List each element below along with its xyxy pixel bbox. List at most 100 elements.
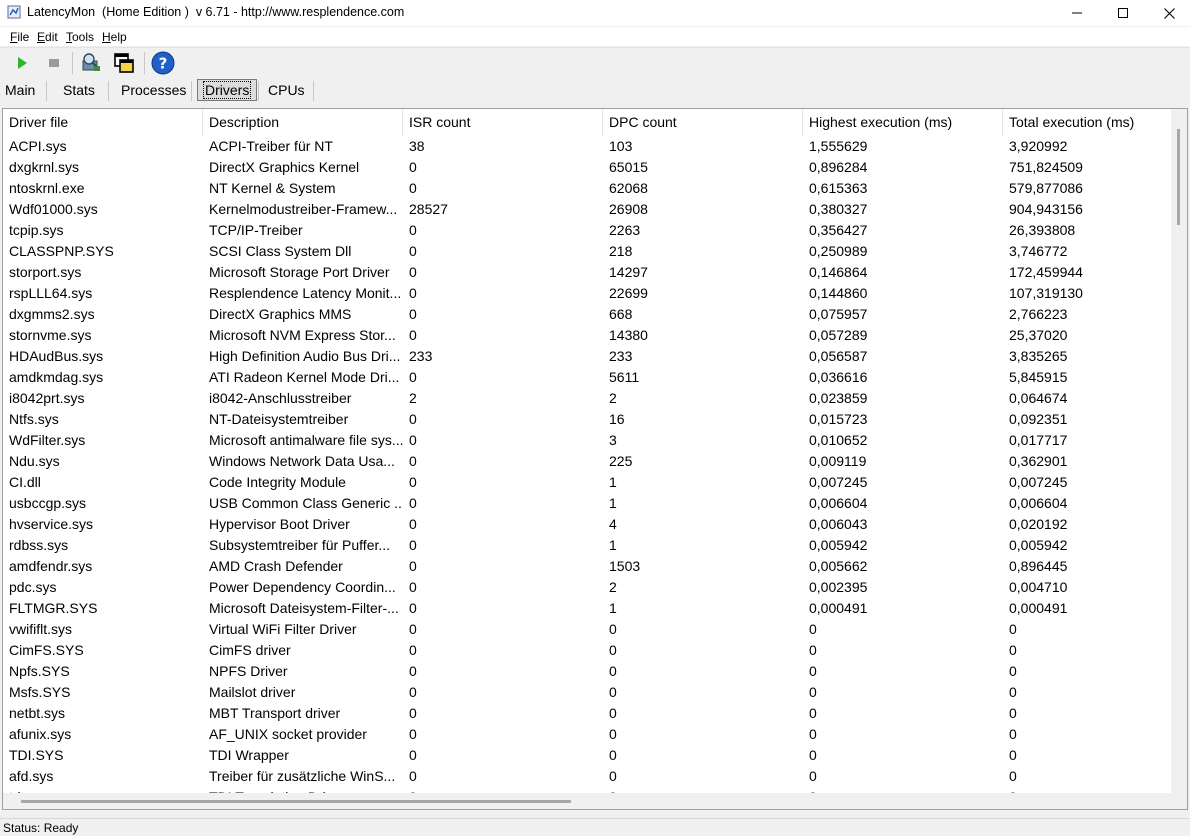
column-header-isr-count[interactable]: ISR count (403, 109, 603, 136)
menu-help[interactable]: Help (102, 30, 127, 44)
table-row[interactable]: Npfs.SYS NPFS Driver 0 0 0 0 (3, 661, 1173, 682)
menu-file[interactable]: File (10, 30, 29, 44)
cell-highest-execution: 0,146864 (809, 264, 868, 280)
table-row[interactable]: HDAudBus.sys High Definition Audio Bus Dr… (3, 346, 1173, 367)
tab-processes[interactable]: Processes (116, 79, 191, 101)
cell-total-execution: 0,004710 (1009, 579, 1068, 595)
tab-cpus[interactable]: CPUs (263, 79, 310, 101)
table-row[interactable]: dxgkrnl.sys DirectX Graphics Kernel 0 65015… (3, 157, 1173, 178)
horizontal-scroll-thumb[interactable] (21, 800, 571, 803)
table-row[interactable]: stornvme.sys Microsoft NVM Express Stor..… (3, 325, 1173, 346)
table-row[interactable]: Ndu.sys Windows Network Data Usa... 0 225 0,… (3, 451, 1173, 472)
table-row[interactable]: netbt.sys MBT Transport driver 0 0 0 0 (3, 703, 1173, 724)
table-row[interactable]: afunix.sys AF_UNIX socket provider 0 0 0 0 (3, 724, 1173, 745)
table-row[interactable]: WdFilter.sys Microsoft antimalware file s… (3, 430, 1173, 451)
cell-isr-count: 0 (409, 369, 417, 385)
cell-dpc-count: 103 (609, 138, 633, 154)
table-row[interactable]: amdkmdag.sys ATI Radeon Kernel Mode Dri..… (3, 367, 1173, 388)
column-header-dpc-count[interactable]: DPC count (603, 109, 803, 136)
vertical-scrollbar[interactable] (1171, 109, 1187, 793)
table-row[interactable]: CLASSPNP.SYS SCSI Class System Dll 0 218 0,2… (3, 241, 1173, 262)
scrollbar-corner (1171, 793, 1187, 809)
table-row[interactable]: Msfs.SYS Mailslot driver 0 0 0 0 (3, 682, 1173, 703)
table-row[interactable]: afd.sys Treiber für zusätzliche WinS... 0 0… (3, 766, 1173, 787)
cell-description: Treiber für zusätzliche WinS... (209, 768, 396, 784)
cell-driver-file: hvservice.sys (9, 516, 94, 532)
cell-highest-execution: 1,555629 (809, 138, 868, 154)
cell-isr-count: 0 (409, 243, 417, 259)
cell-highest-execution: 0 (809, 747, 817, 763)
cell-description: USB Common Class Generic ... (209, 495, 403, 511)
cell-description: TDI Wrapper (209, 747, 289, 763)
cell-description: Microsoft Storage Port Driver (209, 264, 390, 280)
table-row[interactable]: usbccgp.sys USB Common Class Generic ... 0… (3, 493, 1173, 514)
cell-dpc-count: 62068 (609, 180, 648, 196)
cell-dpc-count: 0 (609, 684, 617, 700)
windows-button[interactable] (112, 51, 136, 75)
table-row[interactable]: TDI.SYS TDI Wrapper 0 0 0 0 (3, 745, 1173, 766)
table-row[interactable]: ACPI.sys ACPI-Treiber für NT 38 103 1,555629… (3, 136, 1173, 157)
cell-driver-file: Npfs.SYS (9, 663, 70, 679)
table-row[interactable]: storport.sys Microsoft Storage Port Drive… (3, 262, 1173, 283)
table-row[interactable]: rspLLL64.sys Resplendence Latency Monit..… (3, 283, 1173, 304)
stop-button[interactable] (42, 51, 66, 75)
cell-dpc-count: 0 (609, 642, 617, 658)
search-driver-button[interactable] (79, 51, 103, 75)
cell-driver-file: Ntfs.sys (9, 411, 59, 427)
table-row[interactable]: FLTMGR.SYS Microsoft Dateisystem-Filter-.… (3, 598, 1173, 619)
tab-stats[interactable]: Stats (58, 79, 100, 101)
column-header-total-execution[interactable]: Total execution (ms) (1003, 109, 1173, 136)
tab-drivers[interactable]: Drivers (197, 79, 258, 101)
cell-description: i8042-Anschlusstreiber (209, 390, 352, 406)
column-header-highest-execution[interactable]: Highest execution (ms) (803, 109, 1003, 136)
table-row[interactable]: tcpip.sys TCP/IP-Treiber 0 2263 0,356427 26,3… (3, 220, 1173, 241)
help-button[interactable]: ? (151, 51, 175, 75)
cell-highest-execution: 0,000491 (809, 600, 868, 616)
column-header-description[interactable]: Description (203, 109, 403, 136)
cell-dpc-count: 233 (609, 348, 633, 364)
start-button[interactable] (10, 51, 34, 75)
table-row[interactable]: Wdf01000.sys Kernelmodustreiber-Framew...… (3, 199, 1173, 220)
table-row[interactable]: hvservice.sys Hypervisor Boot Driver 0 4 0,0… (3, 514, 1173, 535)
table-row[interactable]: CI.dll Code Integrity Module 0 1 0,007245 0,0… (3, 472, 1173, 493)
cell-isr-count: 0 (409, 180, 417, 196)
table-row[interactable]: amdfendr.sys AMD Crash Defender 0 1503 0,005… (3, 556, 1173, 577)
table-row[interactable]: i8042prt.sys i8042-Anschlusstreiber 2 2 0,02… (3, 388, 1173, 409)
cell-dpc-count: 0 (609, 621, 617, 637)
menu-tools[interactable]: Tools (66, 30, 94, 44)
table-row[interactable]: CimFS.SYS CimFS driver 0 0 0 0 (3, 640, 1173, 661)
cell-highest-execution: 0 (809, 726, 817, 742)
table-row[interactable]: rdbss.sys Subsystemtreiber für Puffer... 0… (3, 535, 1173, 556)
help-icon: ? (151, 51, 175, 75)
table-row[interactable]: vwififlt.sys Virtual WiFi Filter Driver 0 0… (3, 619, 1173, 640)
menu-edit[interactable]: Edit (37, 30, 58, 44)
tab-main[interactable]: Main (0, 79, 40, 101)
cell-driver-file: Msfs.SYS (9, 684, 71, 700)
table-row[interactable]: pdc.sys Power Dependency Coordin... 0 2 0,00… (3, 577, 1173, 598)
cell-highest-execution: 0,005942 (809, 537, 868, 553)
horizontal-scrollbar[interactable] (3, 793, 1173, 809)
maximize-button[interactable] (1100, 0, 1146, 26)
cell-dpc-count: 14297 (609, 264, 648, 280)
table-row[interactable]: ntoskrnl.exe NT Kernel & System 0 62068 0,61… (3, 178, 1173, 199)
cell-description: CimFS driver (209, 642, 291, 658)
cell-dpc-count: 1 (609, 600, 617, 616)
cell-description: Hypervisor Boot Driver (209, 516, 350, 532)
column-header-driver-file[interactable]: Driver file (3, 109, 203, 136)
table-row[interactable]: Ntfs.sys NT-Dateisystemtreiber 0 16 0,015723… (3, 409, 1173, 430)
table-row[interactable]: dxgmms2.sys DirectX Graphics MMS 0 668 0,075… (3, 304, 1173, 325)
cell-driver-file: CLASSPNP.SYS (9, 243, 114, 259)
cell-driver-file: FLTMGR.SYS (9, 600, 98, 616)
cell-driver-file: HDAudBus.sys (9, 348, 104, 364)
cell-highest-execution: 0,250989 (809, 243, 868, 259)
cell-dpc-count: 0 (609, 747, 617, 763)
tab-separator (258, 81, 259, 101)
close-button[interactable] (1146, 0, 1190, 26)
minimize-button[interactable] (1054, 0, 1100, 26)
vertical-scroll-thumb[interactable] (1177, 129, 1180, 225)
cell-dpc-count: 2 (609, 579, 617, 595)
cell-isr-count: 0 (409, 768, 417, 784)
cell-highest-execution: 0,010652 (809, 432, 868, 448)
drivers-list[interactable]: Driver file Description ISR count DPC co… (2, 108, 1188, 810)
cell-isr-count: 0 (409, 600, 417, 616)
